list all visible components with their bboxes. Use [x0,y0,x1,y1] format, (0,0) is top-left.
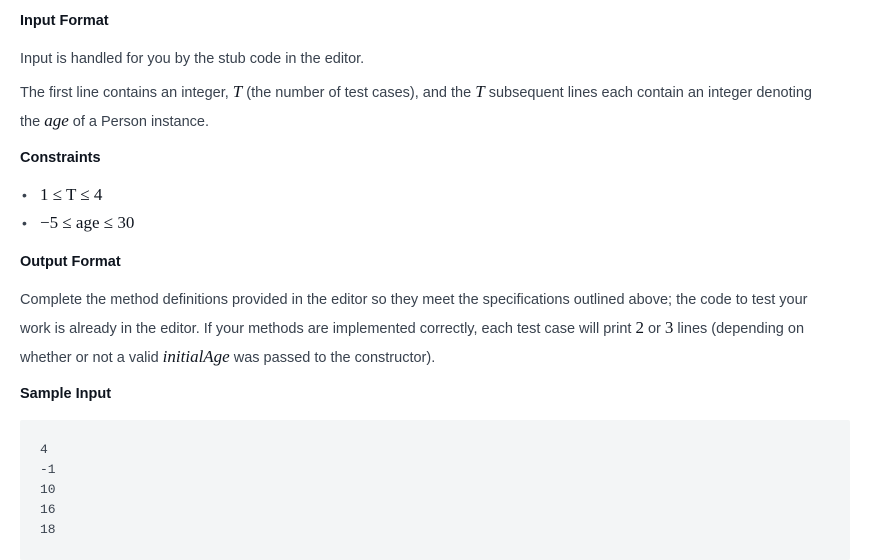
input-format-text: of a Person instance. [68,114,209,130]
sample-input-code: 4 -1 10 16 18 [20,420,850,540]
code-line: 18 [40,522,56,537]
code-line: 16 [40,502,56,517]
output-format-text: Complete the method definitions provided… [20,292,808,308]
input-format-paragraph-2: The first line contains an integer, T (t… [20,78,850,136]
input-format-paragraph-1: Input is handled for you by the stub cod… [20,51,365,67]
input-format-text: (the number of test cases), and the [242,85,476,101]
code-line: 10 [40,482,56,497]
constraint-item: • −5 ≤ age ≤ 30 [20,209,850,237]
input-format-text: The first line contains an integer, [20,85,233,101]
code-line: -1 [40,462,56,477]
output-format-text: was passed to the constructor). [229,350,436,366]
input-format-heading: Input Format [20,13,109,29]
output-format-text: lines (depending on [673,321,805,337]
output-format-text: work is already in the editor. If your m… [20,321,636,337]
math-T: T [232,82,243,101]
output-format-text: whether or not a valid [20,350,163,366]
constraint-math: 1 ≤ T ≤ 4 [40,185,103,204]
output-format-heading: Output Format [20,254,121,270]
bullet-icon: • [22,215,27,231]
input-format-text: subsequent lines each contain an integer… [484,85,812,101]
bullet-icon: • [22,187,27,203]
math-T: T [475,82,485,101]
constraints-list: • 1 ≤ T ≤ 4 • −5 ≤ age ≤ 30 [20,181,850,237]
output-format-paragraph: Complete the method definitions provided… [20,286,850,372]
sample-input-heading: Sample Input [20,386,112,402]
constraints-heading: Constraints [20,150,101,166]
sample-input-code-block: 4 -1 10 16 18 [20,420,850,560]
constraint-math: −5 ≤ age ≤ 30 [40,213,135,232]
math-age: age [44,111,69,130]
math-number: 2 [635,318,644,337]
math-initial-age: initialAge [162,347,230,366]
output-format-text: or [643,321,665,337]
constraint-item: • 1 ≤ T ≤ 4 [20,181,850,209]
input-format-text: the [20,114,45,130]
code-line: 4 [40,442,48,457]
